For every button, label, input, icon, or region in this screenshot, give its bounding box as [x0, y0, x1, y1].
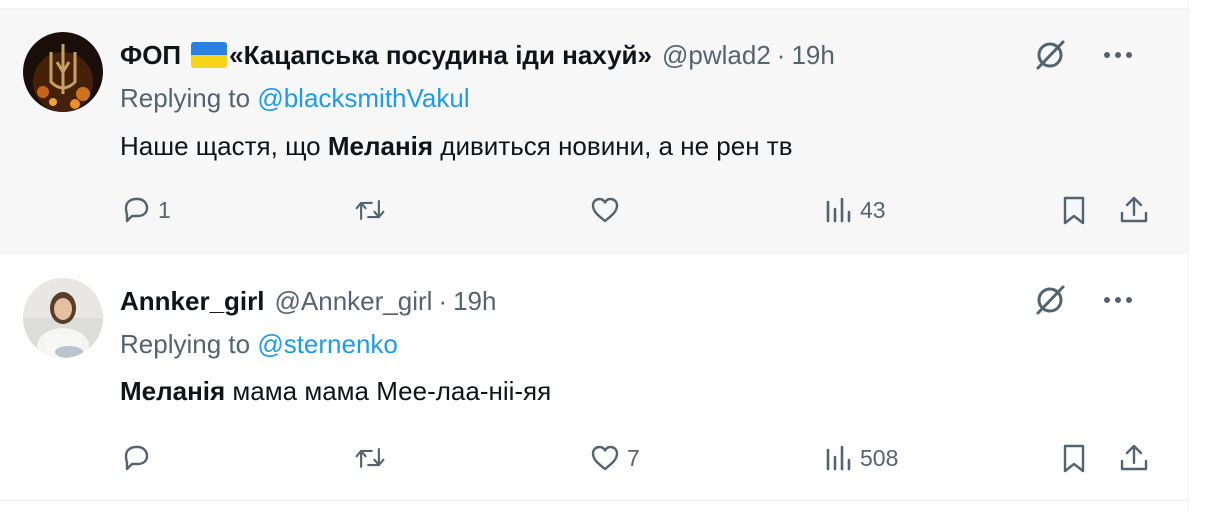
- tweet-actions: 7 508: [0, 438, 1188, 478]
- views-count: 508: [860, 444, 899, 471]
- share-icon: [1120, 444, 1148, 471]
- retweet-button[interactable]: [354, 190, 392, 230]
- tweet-text-bold: Меланія: [327, 131, 434, 161]
- views-icon: [826, 197, 851, 223]
- tweet-actions: 1 43: [0, 190, 1188, 230]
- more-icon[interactable]: [1100, 37, 1136, 73]
- like-icon: [591, 197, 619, 223]
- reply-icon: [124, 197, 149, 223]
- share-button[interactable]: [1118, 438, 1150, 478]
- tweet-top-actions: [1032, 282, 1136, 318]
- tweet-text-part: Наше щастя, що: [120, 131, 328, 161]
- reply-button[interactable]: [120, 438, 158, 478]
- bookmark-button[interactable]: [1058, 190, 1090, 230]
- user-handle[interactable]: @Annker_girl: [275, 286, 433, 317]
- share-icon: [1120, 196, 1148, 223]
- display-name[interactable]: ФОП «Кацапська посудина іди нахуй»: [120, 40, 652, 71]
- replying-to: Replying to @sternenko: [120, 329, 398, 360]
- replying-to-label: Replying to: [120, 83, 251, 113]
- tweet-top-actions: [1032, 37, 1136, 73]
- bookmark-button[interactable]: [1058, 438, 1090, 478]
- reply-tweet[interactable]: Annker_girl @Annker_girl · 19h Replying …: [0, 254, 1188, 501]
- views-button[interactable]: 508: [822, 438, 898, 478]
- bookmark-icon: [1063, 444, 1085, 473]
- retweet-icon: [355, 200, 385, 220]
- share-button[interactable]: [1118, 190, 1150, 230]
- views-button[interactable]: 43: [822, 190, 886, 230]
- timestamp[interactable]: 19h: [791, 40, 834, 71]
- reply-count: 1: [158, 196, 171, 223]
- retweet-button[interactable]: [354, 438, 392, 478]
- avatar[interactable]: [23, 278, 103, 358]
- tweet-header: ФОП «Кацапська посудина іди нахуй» @pwla…: [120, 35, 835, 75]
- mention-link[interactable]: @sternenko: [257, 329, 398, 359]
- reply-tweet[interactable]: ФОП «Кацапська посудина іди нахуй» @pwla…: [0, 9, 1188, 254]
- tweet-text-part: мама мама Мее-лаа-ніі-яя: [225, 376, 552, 406]
- tweet-header: Annker_girl @Annker_girl · 19h: [120, 281, 496, 321]
- reply-icon: [124, 445, 149, 471]
- separator: ·: [776, 39, 786, 70]
- bookmark-icon: [1063, 196, 1085, 225]
- like-button[interactable]: 7: [589, 438, 640, 478]
- display-name-text[interactable]: ФОП: [120, 40, 181, 71]
- reply-feed: ФОП «Кацапська посудина іди нахуй» @pwla…: [0, 0, 1189, 512]
- mention-link[interactable]: @blacksmithVakul: [257, 83, 469, 113]
- grok-icon[interactable]: [1032, 282, 1068, 318]
- more-icon[interactable]: [1100, 282, 1136, 318]
- ukraine-flag-emoji: [191, 42, 228, 68]
- like-icon: [591, 445, 619, 471]
- display-name-rest[interactable]: «Кацапська посудина іди нахуй»: [229, 40, 652, 71]
- tweet-text: Наше щастя, що Меланія дивиться новини, …: [120, 131, 793, 162]
- replying-to: Replying to @blacksmithVakul: [120, 83, 470, 114]
- reply-button[interactable]: 1: [120, 190, 171, 230]
- replying-to-label: Replying to: [120, 329, 251, 359]
- timestamp[interactable]: 19h: [453, 286, 496, 317]
- like-count: 7: [627, 444, 640, 471]
- tweet-text: Меланія мама мама Мее-лаа-ніі-яя: [120, 376, 551, 407]
- like-button[interactable]: [589, 190, 627, 230]
- tweet-text-part: дивиться новини, а не рен тв: [433, 131, 793, 161]
- display-name[interactable]: Annker_girl: [120, 286, 265, 317]
- retweet-icon: [355, 448, 385, 468]
- user-handle[interactable]: @pwlad2: [662, 40, 771, 71]
- tweet-text-bold: Меланія: [120, 376, 226, 406]
- views-count: 43: [860, 196, 886, 223]
- avatar[interactable]: [23, 32, 103, 112]
- grok-icon[interactable]: [1032, 37, 1068, 73]
- separator: ·: [438, 285, 448, 316]
- views-icon: [826, 445, 851, 471]
